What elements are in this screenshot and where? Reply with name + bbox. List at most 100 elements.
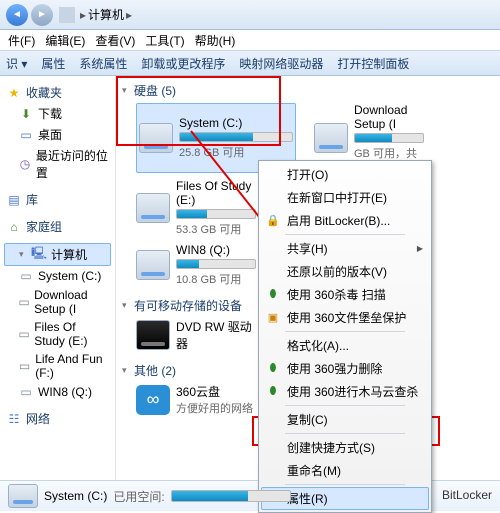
- ctx-360delete[interactable]: ⬮使用 360强力删除: [261, 357, 429, 380]
- ctx-open-new-window[interactable]: 在新窗口中打开(E): [261, 186, 429, 209]
- drive-q[interactable]: WIN8 (Q:) 10.8 GB 可用: [136, 243, 256, 287]
- chevron-down-icon: ▾: [122, 365, 130, 376]
- drive-icon: [314, 123, 348, 153]
- sidebar-item-drive-e[interactable]: ▭Files Of Study (E:): [4, 318, 111, 350]
- computer-icon: 🖳: [31, 247, 47, 263]
- blank-icon: [265, 190, 281, 206]
- ctx-bitlocker[interactable]: 🔒启用 BitLocker(B)...: [261, 209, 429, 232]
- blank-icon: [265, 440, 281, 456]
- menu-file[interactable]: 件(F): [4, 32, 39, 49]
- tb-mapnet[interactable]: 映射网络驱动器: [239, 55, 323, 72]
- ctx-360scan[interactable]: ⬮使用 360杀毒 扫描: [261, 283, 429, 306]
- drive-icon: [136, 193, 170, 223]
- menu-view[interactable]: 查看(V): [91, 32, 139, 49]
- drive-icon: ▭: [18, 326, 30, 342]
- drive-free: 10.8 GB 可用: [176, 271, 256, 287]
- ctx-360protect[interactable]: ▣使用 360文件堡垒保护: [261, 306, 429, 329]
- blank-icon: [265, 338, 281, 354]
- status-bitlocker: BitLocker: [442, 488, 492, 505]
- delete-icon: ⬮: [265, 361, 281, 377]
- network-icon: ☷: [6, 411, 22, 427]
- sidebar-item-recent[interactable]: ◷最近访问的位置: [4, 145, 111, 183]
- drive-cloud[interactable]: ∞ 360云盘 方便好用的网络: [136, 383, 276, 416]
- toolbar: 识 ▾ 属性 系统属性 卸载或更改程序 映射网络驱动器 打开控制面板: [0, 50, 500, 76]
- cloud-icon: ∞: [136, 385, 170, 415]
- sidebar-item-downloads[interactable]: ⬇下载: [4, 103, 111, 124]
- drive-icon: ▭: [18, 358, 31, 374]
- sidebar-item-drive-f[interactable]: ▭Life And Fun (F:): [4, 350, 111, 382]
- sidebar-network[interactable]: ☷网络: [4, 408, 111, 429]
- tb-properties[interactable]: 属性: [41, 55, 65, 72]
- titlebar: ◄ ► ▸ 计算机 ▸: [0, 0, 500, 30]
- drive-usage-bar: [176, 209, 256, 219]
- drive-dvd[interactable]: DVD RW 驱动器: [136, 318, 256, 352]
- menubar: 件(F) 编辑(E) 查看(V) 工具(T) 帮助(H): [0, 30, 500, 50]
- ctx-copy[interactable]: 复制(C): [261, 408, 429, 431]
- drive-name: WIN8 (Q:): [176, 243, 256, 257]
- scan-icon: ⬮: [265, 384, 281, 400]
- sidebar: ★收藏夹 ⬇下载 ▭桌面 ◷最近访问的位置 ▤库 ⌂家庭组 ▾🖳计算机 ▭Sys…: [0, 76, 116, 480]
- ctx-open[interactable]: 打开(O): [261, 163, 429, 186]
- tb-uninstall[interactable]: 卸载或更改程序: [141, 55, 225, 72]
- sidebar-item-drive-c[interactable]: ▭System (C:): [4, 266, 111, 286]
- sidebar-computer[interactable]: ▾🖳计算机: [4, 243, 111, 266]
- star-icon: ★: [6, 85, 22, 101]
- fort-icon: ▣: [265, 310, 281, 326]
- menu-tools[interactable]: 工具(T): [141, 32, 188, 49]
- ctx-360trojan[interactable]: ⬮使用 360进行木马云查杀: [261, 380, 429, 403]
- drive-icon: [136, 250, 170, 280]
- drive-e[interactable]: Files Of Study (E:) 53.3 GB 可用: [136, 179, 256, 237]
- drive-icon: ▭: [18, 294, 30, 310]
- ctx-separator: [285, 405, 405, 406]
- menu-edit[interactable]: 编辑(E): [41, 32, 89, 49]
- blank-icon: [265, 412, 281, 428]
- tb-organize[interactable]: 识 ▾: [6, 55, 27, 72]
- blank-icon: [265, 241, 281, 257]
- context-menu: 打开(O) 在新窗口中打开(E) 🔒启用 BitLocker(B)... 共享(…: [258, 160, 432, 513]
- shield-icon: ⬮: [265, 287, 281, 303]
- breadcrumb-sep: ▸: [126, 8, 132, 22]
- nav-forward-button[interactable]: ►: [31, 4, 53, 26]
- bitlocker-icon: 🔒: [265, 213, 281, 229]
- ctx-restore[interactable]: 还原以前的版本(V): [261, 260, 429, 283]
- annotation-highlight: [116, 76, 281, 146]
- library-icon: ▤: [6, 192, 22, 208]
- sidebar-libraries[interactable]: ▤库: [4, 189, 111, 210]
- drive-usage-bar: [354, 133, 424, 143]
- status-used-label: 已用空间:: [113, 488, 164, 505]
- drive-usage-bar: [176, 259, 256, 269]
- ctx-share[interactable]: 共享(H): [261, 237, 429, 260]
- chevron-down-icon: ▾: [19, 249, 27, 260]
- tb-ctrlpanel[interactable]: 打开控制面板: [337, 55, 409, 72]
- breadcrumb-sep: ▸: [80, 8, 86, 22]
- ctx-separator: [285, 331, 405, 332]
- drive-icon: [8, 484, 38, 508]
- computer-icon: [59, 7, 75, 23]
- sidebar-favorites[interactable]: ★收藏夹: [4, 82, 111, 103]
- tb-sysprops[interactable]: 系统属性: [79, 55, 127, 72]
- blank-icon: [265, 463, 281, 479]
- drive-free: 25.8 GB 可用: [179, 144, 293, 160]
- ctx-shortcut[interactable]: 创建快捷方式(S): [261, 436, 429, 459]
- drive-icon: ▭: [18, 384, 34, 400]
- sidebar-homegroup[interactable]: ⌂家庭组: [4, 216, 111, 237]
- sidebar-item-drive-q[interactable]: ▭WIN8 (Q:): [4, 382, 111, 402]
- download-icon: ⬇: [18, 106, 34, 122]
- ctx-rename[interactable]: 重命名(M): [261, 459, 429, 482]
- desktop-icon: ▭: [18, 127, 34, 143]
- ctx-format[interactable]: 格式化(A)...: [261, 334, 429, 357]
- drive-name: Files Of Study (E:): [176, 179, 256, 207]
- breadcrumb-label[interactable]: 计算机: [88, 6, 124, 23]
- drive-icon: ▭: [18, 268, 34, 284]
- blank-icon: [265, 264, 281, 280]
- ctx-separator: [285, 234, 405, 235]
- dvd-drive-icon: [136, 320, 170, 350]
- status-usage-bar: [171, 490, 291, 502]
- nav-back-button[interactable]: ◄: [6, 4, 28, 26]
- drive-free: 53.3 GB 可用: [176, 221, 256, 237]
- sidebar-item-drive-i[interactable]: ▭Download Setup (I: [4, 286, 111, 318]
- homegroup-icon: ⌂: [6, 219, 22, 235]
- blank-icon: [265, 167, 281, 183]
- menu-help[interactable]: 帮助(H): [191, 32, 240, 49]
- sidebar-item-desktop[interactable]: ▭桌面: [4, 124, 111, 145]
